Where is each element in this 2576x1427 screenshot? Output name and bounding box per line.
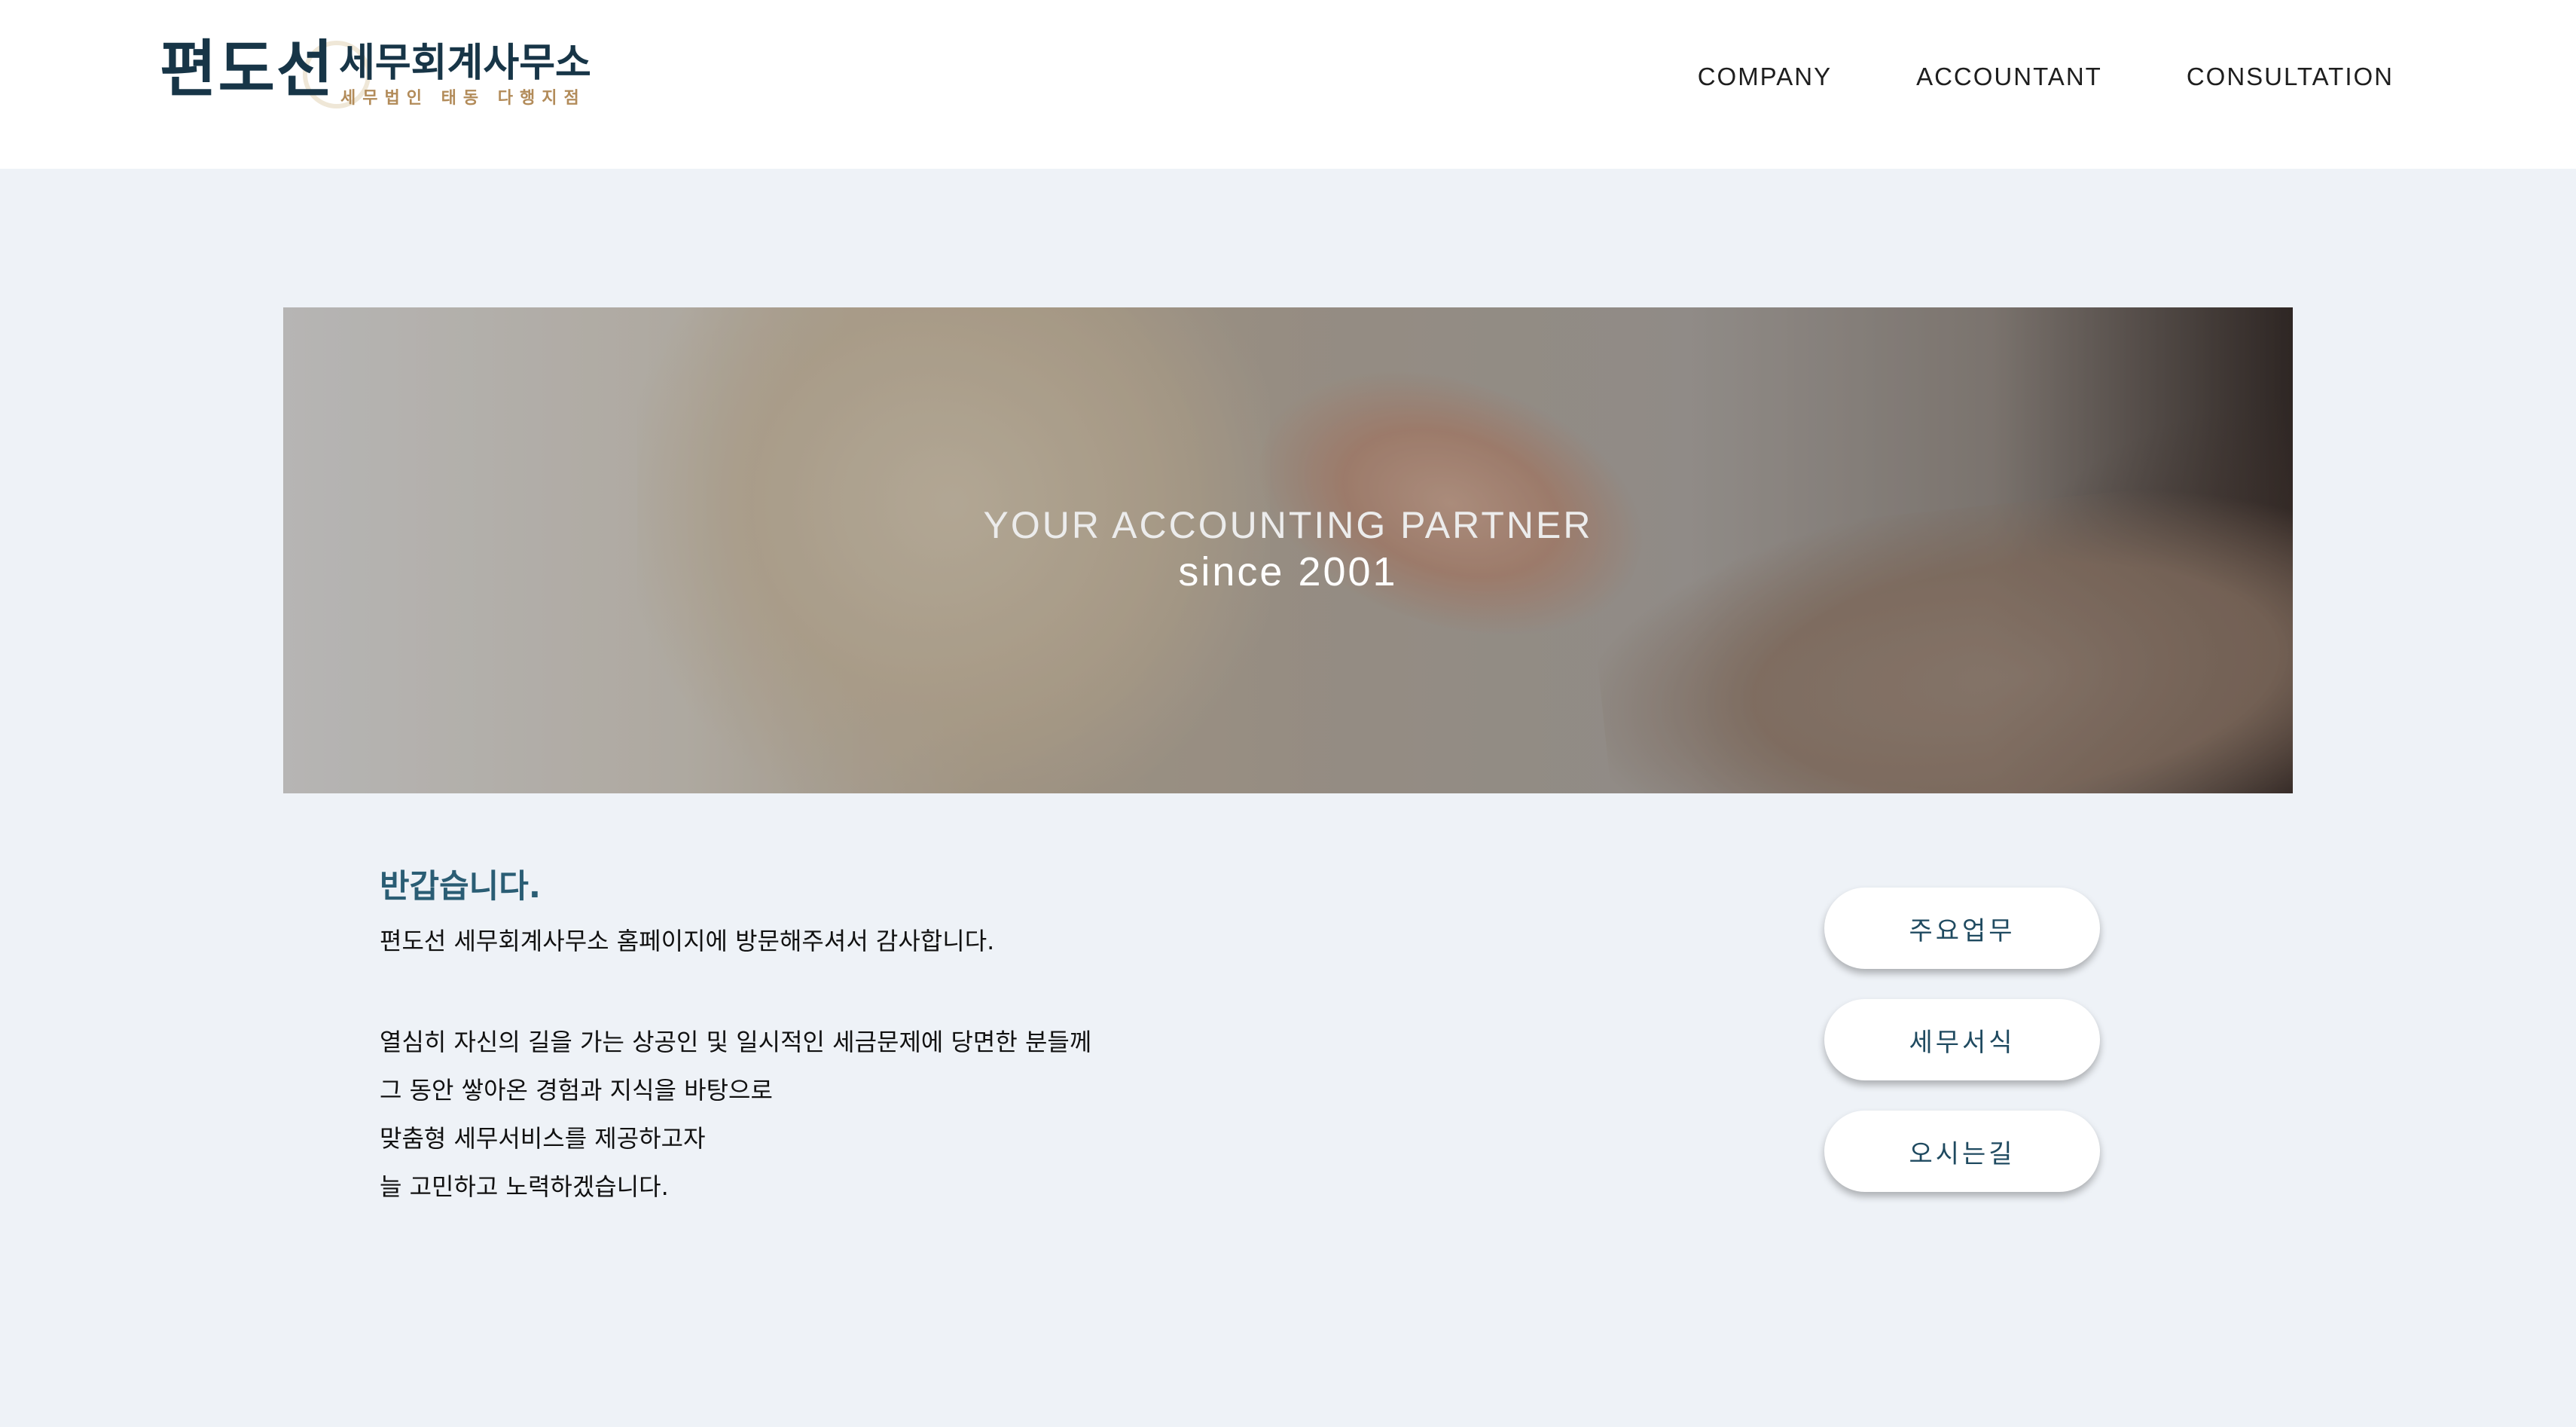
welcome-section: 반갑습니다. 편도선 세무회계사무소 홈페이지에 방문해주셔서 감사합니다. 열… bbox=[380, 871, 1359, 1211]
directions-button[interactable]: 오시는길 bbox=[1824, 1111, 2100, 1192]
logo-subtitle: 세무법인 태동 다행지점 bbox=[340, 89, 586, 108]
welcome-intro: 편도선 세무회계사무소 홈페이지에 방문해주셔서 감사합니다. bbox=[380, 927, 995, 955]
nav-consultation[interactable]: CONSULTATION bbox=[2187, 64, 2394, 89]
welcome-line: 열심히 자신의 길을 가는 상공인 및 일시적인 세금문제에 당면한 분들께 bbox=[380, 1028, 1092, 1056]
site-header: 편도선 세무회계사무소 세무법인 태동 다행지점 COMPANY ACCOUNT… bbox=[0, 0, 2576, 169]
logo-name: 편도선 bbox=[160, 34, 335, 105]
quick-links: 주요업무 세무서식 오시는길 bbox=[1824, 888, 2100, 1192]
welcome-line: 늘 고민하고 노력하겠습니다. bbox=[380, 1172, 669, 1201]
site-logo[interactable]: 편도선 세무회계사무소 세무법인 태동 다행지점 bbox=[160, 34, 591, 121]
hero-headline: YOUR ACCOUNTING PARTNER bbox=[983, 504, 1593, 546]
welcome-line: 맞춤형 세무서비스를 제공하고자 bbox=[380, 1124, 706, 1153]
hero-banner: YOUR ACCOUNTING PARTNER since 2001 bbox=[283, 307, 2293, 793]
welcome-line: 그 동안 쌓아온 경험과 지식을 바탕으로 bbox=[380, 1076, 773, 1105]
nav-company[interactable]: COMPANY bbox=[1698, 64, 1832, 89]
tax-forms-button[interactable]: 세무서식 bbox=[1824, 999, 2100, 1080]
welcome-title: 반갑습니다. bbox=[380, 868, 542, 906]
hero-subheadline: since 2001 bbox=[1178, 549, 1398, 594]
main-services-button[interactable]: 주요업무 bbox=[1824, 888, 2100, 969]
nav-accountant[interactable]: ACCOUNTANT bbox=[1916, 64, 2102, 89]
main-nav: COMPANY ACCOUNTANT CONSULTATION bbox=[1698, 64, 2394, 89]
logo-title: 세무회계사무소 bbox=[339, 41, 591, 86]
